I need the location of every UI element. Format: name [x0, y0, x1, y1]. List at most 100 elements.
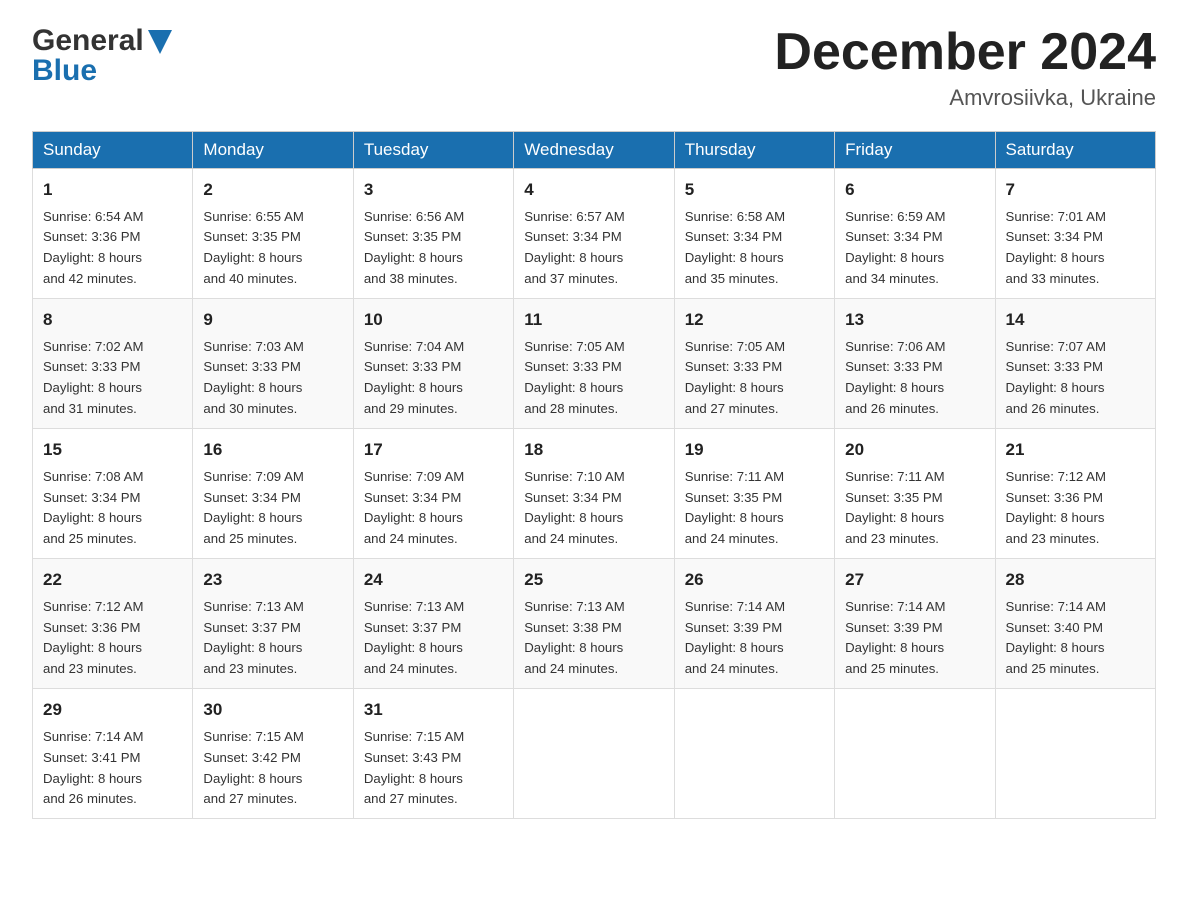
day-number: 2	[203, 177, 342, 203]
day-number: 28	[1006, 567, 1145, 593]
day-daylight: Daylight: 8 hours	[845, 250, 944, 265]
table-row: 9 Sunrise: 7:03 AM Sunset: 3:33 PM Dayli…	[193, 299, 353, 429]
day-number: 26	[685, 567, 824, 593]
table-row: 20 Sunrise: 7:11 AM Sunset: 3:35 PM Dayl…	[835, 429, 995, 559]
day-number: 12	[685, 307, 824, 333]
day-daylight2: and 24 minutes.	[364, 531, 458, 546]
day-number: 3	[364, 177, 503, 203]
day-daylight: Daylight: 8 hours	[685, 510, 784, 525]
day-daylight: Daylight: 8 hours	[203, 380, 302, 395]
day-number: 4	[524, 177, 663, 203]
day-daylight: Daylight: 8 hours	[1006, 510, 1105, 525]
day-number: 7	[1006, 177, 1145, 203]
day-number: 24	[364, 567, 503, 593]
day-sunset: Sunset: 3:35 PM	[364, 229, 462, 244]
table-row: 26 Sunrise: 7:14 AM Sunset: 3:39 PM Dayl…	[674, 559, 834, 689]
table-row: 2 Sunrise: 6:55 AM Sunset: 3:35 PM Dayli…	[193, 169, 353, 299]
calendar-table: SundayMondayTuesdayWednesdayThursdayFrid…	[32, 131, 1156, 819]
day-sunset: Sunset: 3:34 PM	[364, 490, 462, 505]
day-number: 11	[524, 307, 663, 333]
header-wednesday: Wednesday	[514, 132, 674, 169]
day-sunset: Sunset: 3:34 PM	[43, 490, 141, 505]
day-sunrise: Sunrise: 7:14 AM	[1006, 599, 1106, 614]
day-daylight2: and 26 minutes.	[43, 791, 137, 806]
table-row: 1 Sunrise: 6:54 AM Sunset: 3:36 PM Dayli…	[33, 169, 193, 299]
table-row: 16 Sunrise: 7:09 AM Sunset: 3:34 PM Dayl…	[193, 429, 353, 559]
day-number: 31	[364, 697, 503, 723]
table-row: 15 Sunrise: 7:08 AM Sunset: 3:34 PM Dayl…	[33, 429, 193, 559]
logo-blue-text: Blue	[32, 54, 97, 88]
day-sunset: Sunset: 3:34 PM	[845, 229, 943, 244]
table-row: 8 Sunrise: 7:02 AM Sunset: 3:33 PM Dayli…	[33, 299, 193, 429]
day-sunrise: Sunrise: 7:01 AM	[1006, 209, 1106, 224]
day-daylight2: and 27 minutes.	[685, 401, 779, 416]
day-daylight: Daylight: 8 hours	[845, 510, 944, 525]
day-number: 1	[43, 177, 182, 203]
day-sunrise: Sunrise: 7:02 AM	[43, 339, 143, 354]
table-row: 12 Sunrise: 7:05 AM Sunset: 3:33 PM Dayl…	[674, 299, 834, 429]
day-daylight2: and 23 minutes.	[203, 661, 297, 676]
calendar-title: December 2024	[774, 24, 1156, 81]
table-row: 6 Sunrise: 6:59 AM Sunset: 3:34 PM Dayli…	[835, 169, 995, 299]
header-friday: Friday	[835, 132, 995, 169]
day-sunset: Sunset: 3:37 PM	[364, 620, 462, 635]
week-row-5: 29 Sunrise: 7:14 AM Sunset: 3:41 PM Dayl…	[33, 689, 1156, 819]
table-row: 25 Sunrise: 7:13 AM Sunset: 3:38 PM Dayl…	[514, 559, 674, 689]
day-number: 9	[203, 307, 342, 333]
table-row	[674, 689, 834, 819]
day-daylight2: and 29 minutes.	[364, 401, 458, 416]
day-number: 8	[43, 307, 182, 333]
day-sunrise: Sunrise: 6:59 AM	[845, 209, 945, 224]
title-block: December 2024 Amvrosiivka, Ukraine	[774, 24, 1156, 111]
header-tuesday: Tuesday	[353, 132, 513, 169]
day-daylight2: and 24 minutes.	[524, 531, 618, 546]
day-sunrise: Sunrise: 7:05 AM	[685, 339, 785, 354]
day-sunset: Sunset: 3:36 PM	[43, 620, 141, 635]
day-sunset: Sunset: 3:35 PM	[845, 490, 943, 505]
day-number: 21	[1006, 437, 1145, 463]
day-number: 17	[364, 437, 503, 463]
day-sunset: Sunset: 3:33 PM	[43, 359, 141, 374]
day-sunrise: Sunrise: 7:12 AM	[43, 599, 143, 614]
day-daylight: Daylight: 8 hours	[364, 250, 463, 265]
day-daylight2: and 27 minutes.	[364, 791, 458, 806]
day-sunrise: Sunrise: 7:13 AM	[203, 599, 303, 614]
logo-general-text: General	[32, 24, 144, 58]
day-daylight: Daylight: 8 hours	[43, 510, 142, 525]
day-sunset: Sunset: 3:34 PM	[1006, 229, 1104, 244]
day-daylight2: and 27 minutes.	[203, 791, 297, 806]
day-sunrise: Sunrise: 7:11 AM	[685, 469, 784, 484]
day-daylight: Daylight: 8 hours	[524, 380, 623, 395]
day-sunset: Sunset: 3:33 PM	[364, 359, 462, 374]
day-daylight: Daylight: 8 hours	[524, 510, 623, 525]
day-sunrise: Sunrise: 7:06 AM	[845, 339, 945, 354]
day-daylight: Daylight: 8 hours	[43, 771, 142, 786]
day-daylight2: and 31 minutes.	[43, 401, 137, 416]
table-row: 31 Sunrise: 7:15 AM Sunset: 3:43 PM Dayl…	[353, 689, 513, 819]
table-row	[835, 689, 995, 819]
day-daylight2: and 26 minutes.	[1006, 401, 1100, 416]
day-sunset: Sunset: 3:39 PM	[845, 620, 943, 635]
day-number: 20	[845, 437, 984, 463]
day-daylight: Daylight: 8 hours	[524, 250, 623, 265]
day-sunrise: Sunrise: 6:57 AM	[524, 209, 624, 224]
day-daylight: Daylight: 8 hours	[203, 510, 302, 525]
day-daylight2: and 38 minutes.	[364, 271, 458, 286]
day-daylight2: and 23 minutes.	[845, 531, 939, 546]
day-daylight: Daylight: 8 hours	[43, 640, 142, 655]
day-sunrise: Sunrise: 7:11 AM	[845, 469, 944, 484]
day-number: 27	[845, 567, 984, 593]
day-number: 19	[685, 437, 824, 463]
day-sunset: Sunset: 3:42 PM	[203, 750, 301, 765]
day-sunset: Sunset: 3:33 PM	[203, 359, 301, 374]
day-daylight2: and 26 minutes.	[845, 401, 939, 416]
day-number: 14	[1006, 307, 1145, 333]
table-row	[514, 689, 674, 819]
day-sunrise: Sunrise: 7:15 AM	[364, 729, 464, 744]
day-daylight2: and 34 minutes.	[845, 271, 939, 286]
day-daylight: Daylight: 8 hours	[203, 250, 302, 265]
day-daylight2: and 25 minutes.	[203, 531, 297, 546]
day-number: 10	[364, 307, 503, 333]
day-sunrise: Sunrise: 7:09 AM	[203, 469, 303, 484]
day-sunrise: Sunrise: 7:10 AM	[524, 469, 624, 484]
